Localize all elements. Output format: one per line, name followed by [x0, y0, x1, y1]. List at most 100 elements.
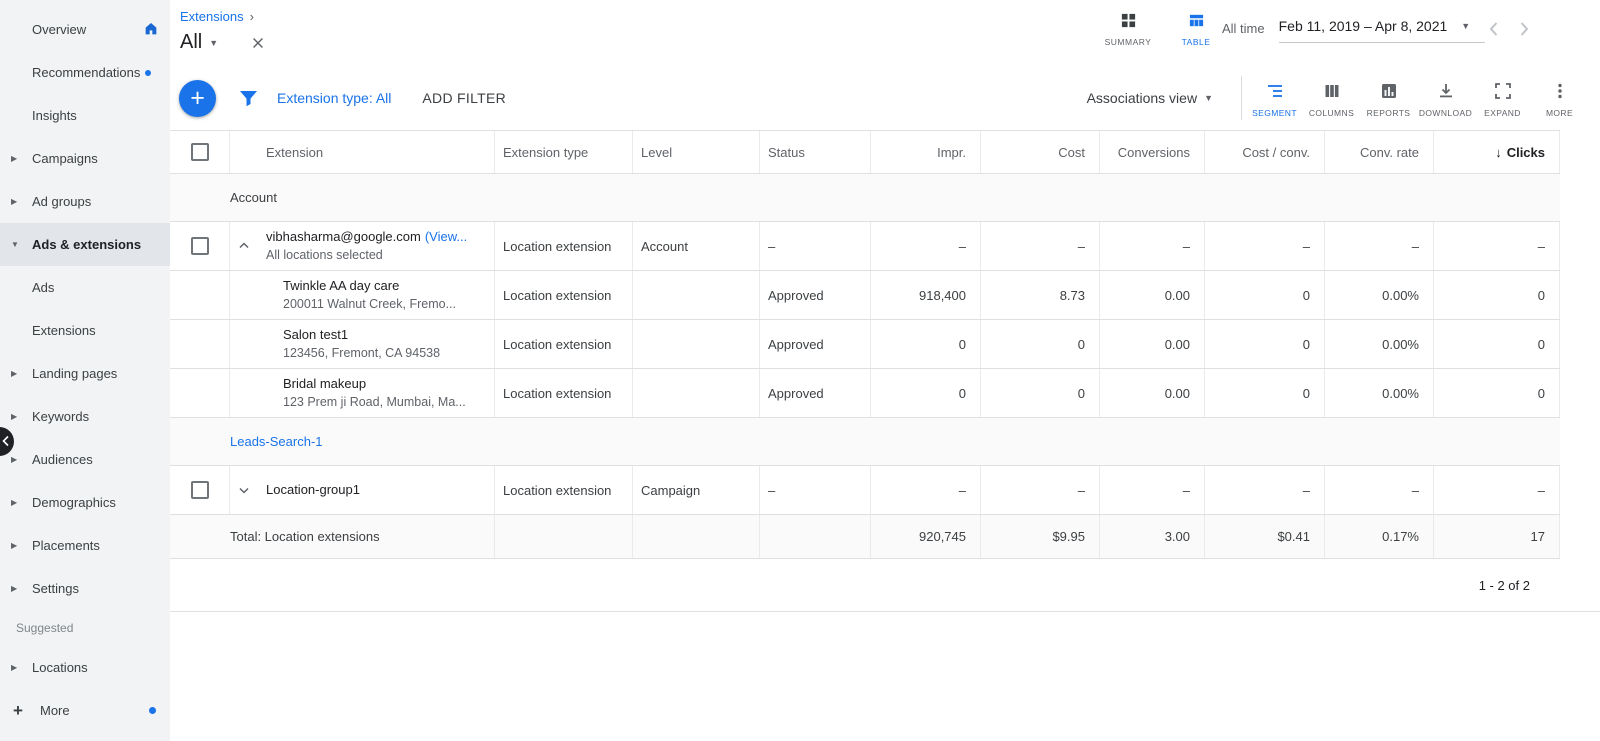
summary-view-button[interactable]: SUMMARY [1102, 12, 1154, 47]
level-cell: Account [633, 222, 760, 270]
expand-icon [1494, 82, 1512, 103]
sidebar-item-label: Landing pages [32, 366, 117, 381]
column-header-level[interactable]: Level [633, 131, 760, 173]
column-header-status[interactable]: Status [760, 131, 871, 173]
total-row: Total: Location extensions 920,745 $9.95… [170, 515, 1560, 559]
sidebar-item-keywords[interactable]: ▶ Keywords [0, 395, 170, 438]
breadcrumb-separator: › [250, 9, 254, 24]
previous-period-button[interactable] [1488, 21, 1499, 37]
sidebar-item-landing-pages[interactable]: ▶ Landing pages [0, 352, 170, 395]
sidebar-item-demographics[interactable]: ▶ Demographics [0, 481, 170, 524]
sidebar-item-placements[interactable]: ▶ Placements [0, 524, 170, 567]
add-filter-button[interactable]: ADD FILTER [422, 90, 506, 106]
checkbox-cell [170, 320, 230, 368]
download-button[interactable]: DOWNLOAD [1417, 79, 1474, 118]
conv-rate-cell: – [1325, 466, 1434, 514]
filter-chip-extension-type[interactable]: Extension type: All [277, 90, 391, 106]
notification-dot [145, 70, 151, 76]
sidebar-subitem-extensions[interactable]: Extensions [0, 309, 170, 352]
columns-icon [1323, 82, 1341, 103]
view-link[interactable]: (View... [425, 229, 467, 244]
cost-per-conv-cell: 0 [1205, 369, 1325, 417]
table-row: Bridal makeup 123 Prem ji Road, Mumbai, … [170, 369, 1560, 418]
column-header-clicks[interactable]: ↓ Clicks [1434, 131, 1560, 173]
expand-caret-icon: ▶ [11, 455, 17, 464]
collapse-row-chevron-icon[interactable] [238, 240, 266, 252]
scope-selector[interactable]: All [180, 31, 202, 54]
extension-type-cell: Location extension [495, 369, 633, 417]
close-icon[interactable] [250, 35, 266, 51]
add-extension-button[interactable]: + [179, 80, 216, 117]
sidebar-item-recommendations[interactable]: Recommendations [0, 51, 170, 94]
sidebar-item-locations[interactable]: ▶ Locations [0, 646, 170, 689]
table-row: Salon test1 123456, Fremont, CA 94538 Lo… [170, 320, 1560, 369]
total-clicks: 17 [1434, 515, 1560, 558]
sidebar-item-overview[interactable]: Overview [0, 8, 170, 51]
sidebar-subitem-ads[interactable]: Ads [0, 266, 170, 309]
cost-cell: 0 [981, 369, 1100, 417]
extension-cell: Twinkle AA day care 200011 Walnut Creek,… [230, 271, 495, 319]
sidebar-item-label: Campaigns [32, 151, 98, 166]
sidebar-item-ad-groups[interactable]: ▶ Ad groups [0, 180, 170, 223]
breadcrumb[interactable]: Extensions› [180, 9, 254, 24]
dropdown-caret-icon: ▼ [1204, 93, 1213, 103]
column-header-impr[interactable]: Impr. [871, 131, 981, 173]
level-cell [633, 515, 760, 558]
column-header-conv-rate[interactable]: Conv. rate [1325, 131, 1434, 173]
reports-button[interactable]: REPORTS [1360, 79, 1417, 118]
table-header-row: Extension Extension type Level Status Im… [170, 130, 1560, 174]
sidebar-item-label: Placements [32, 538, 100, 553]
extension-subtitle: 200011 Walnut Creek, Fremo... [283, 295, 456, 314]
download-icon [1437, 82, 1455, 103]
column-header-conversions[interactable]: Conversions [1100, 131, 1205, 173]
next-period-button[interactable] [1519, 21, 1530, 37]
associations-view-selector[interactable]: Associations view ▼ [1087, 90, 1213, 106]
sidebar-item-audiences[interactable]: ▶ Audiences [0, 438, 170, 481]
extension-name: Location-group1 [266, 480, 360, 500]
conv-rate-cell: 0.00% [1325, 320, 1434, 368]
more-button[interactable]: MORE [1531, 79, 1588, 118]
extension-cell: Salon test1 123456, Fremont, CA 94538 [230, 320, 495, 368]
conversions-cell: 0.00 [1100, 271, 1205, 319]
clicks-cell: – [1434, 222, 1560, 270]
extension-type-cell: Location extension [495, 466, 633, 514]
column-header-extension[interactable]: Extension [230, 131, 495, 173]
impr-cell: 0 [871, 369, 981, 417]
extension-type-cell [495, 515, 633, 558]
columns-button[interactable]: COLUMNS [1303, 79, 1360, 118]
expand-button[interactable]: EXPAND [1474, 79, 1531, 118]
sidebar-item-more[interactable]: + More [0, 689, 170, 732]
sidebar-item-ads-and-extensions[interactable]: ▼ Ads & extensions [0, 223, 170, 266]
home-icon[interactable] [143, 21, 159, 40]
segment-button[interactable]: SEGMENT [1246, 79, 1303, 118]
sidebar-item-campaigns[interactable]: ▶ Campaigns [0, 137, 170, 180]
filter-icon[interactable] [239, 90, 258, 107]
sidebar-item-label: Locations [32, 660, 88, 675]
row-checkbox[interactable] [191, 237, 209, 255]
table-toolbar: + Extension type: All ADD FILTER Associa… [170, 66, 1600, 130]
expand-caret-icon: ▶ [11, 197, 17, 206]
sidebar-section-suggested: Suggested [0, 610, 170, 646]
segment-icon [1266, 82, 1284, 103]
section-row-campaign[interactable]: Leads-Search-1 [170, 418, 1560, 466]
extension-subtitle: 123456, Fremont, CA 94538 [283, 344, 440, 363]
date-preset-label: All time [1222, 21, 1265, 36]
select-all-checkbox[interactable] [191, 143, 209, 161]
dropdown-caret-icon[interactable]: ▼ [209, 38, 218, 48]
sidebar-item-insights[interactable]: Insights [0, 94, 170, 137]
row-checkbox[interactable] [191, 481, 209, 499]
expand-row-chevron-icon[interactable] [238, 484, 266, 496]
status-cell: Approved [760, 271, 871, 319]
table-view-button[interactable]: TABLE [1170, 12, 1222, 47]
sidebar-item-label: Keywords [32, 409, 89, 424]
status-cell: Approved [760, 369, 871, 417]
column-header-cost[interactable]: Cost [981, 131, 1100, 173]
total-conversions: 3.00 [1100, 515, 1205, 558]
expand-caret-icon: ▶ [11, 154, 17, 163]
reports-icon [1380, 82, 1398, 103]
column-header-cost-per-conv[interactable]: Cost / conv. [1205, 131, 1325, 173]
date-range-picker[interactable]: Feb 11, 2019 – Apr 8, 2021 ▼ [1279, 18, 1485, 43]
sidebar-item-settings[interactable]: ▶ Settings [0, 567, 170, 610]
column-header-extension-type[interactable]: Extension type [495, 131, 633, 173]
checkbox-cell [170, 271, 230, 319]
